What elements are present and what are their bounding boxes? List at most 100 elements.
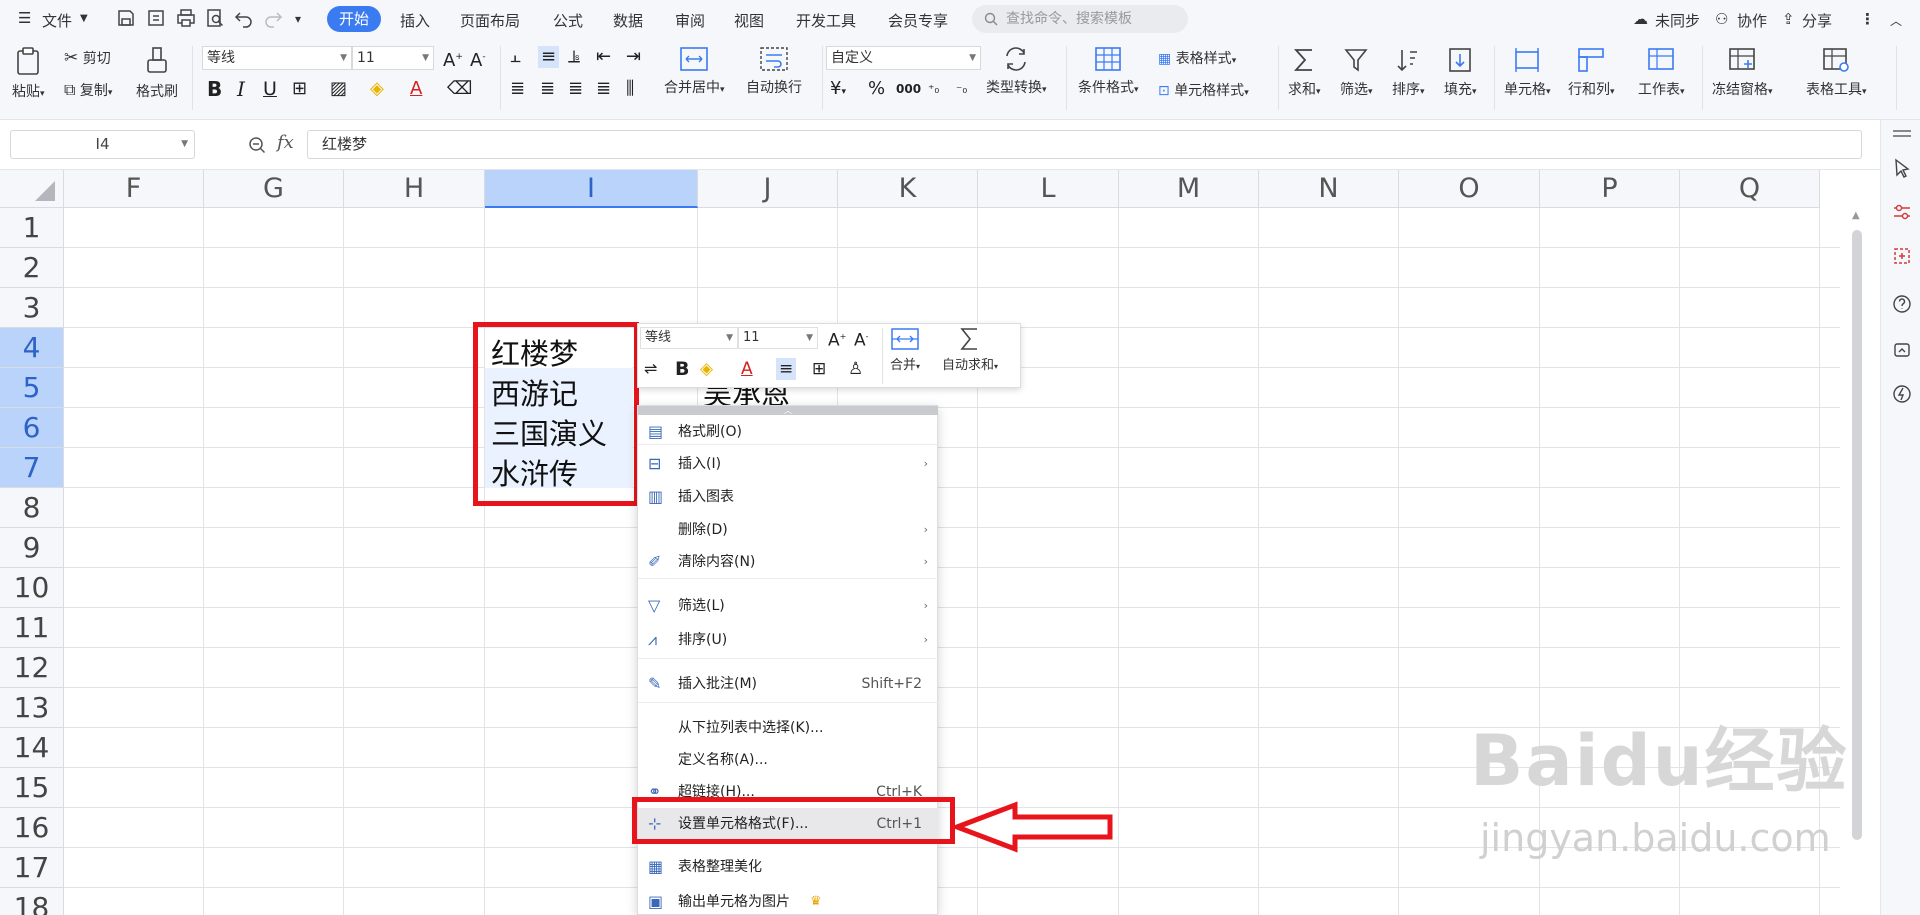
align-middle-icon[interactable]: ≡	[538, 46, 560, 68]
column-header-k[interactable]: K	[838, 170, 978, 208]
distributed-icon[interactable]: ⫼	[626, 78, 634, 100]
export-pdf-icon[interactable]	[146, 8, 166, 28]
tab-home[interactable]: 开始	[327, 6, 381, 32]
column-header-p[interactable]: P	[1540, 170, 1680, 208]
row-header-12[interactable]: 12	[0, 648, 64, 688]
insert-function-button[interactable]: fx	[277, 132, 294, 153]
tab-formulas[interactable]: 公式	[553, 10, 583, 31]
undo-icon[interactable]	[234, 8, 254, 28]
collapse-ribbon-icon[interactable]: ︿	[1890, 12, 1902, 29]
mini-merge-button[interactable]: 合并▾	[890, 326, 920, 373]
context-menu-item[interactable]: ▤ 格式刷(O)	[638, 416, 938, 448]
context-menu-item[interactable]: ✎ 插入批注(M) Shift+F2	[638, 668, 938, 700]
share-button[interactable]: 分享	[1802, 10, 1832, 31]
context-menu-item[interactable]: ▦ 表格整理美化	[638, 851, 938, 883]
paste-button[interactable]: 粘贴▾	[12, 46, 45, 101]
row-header-8[interactable]: 8	[0, 488, 64, 528]
sum-button[interactable]: 求和▾	[1288, 46, 1321, 99]
wrap-text-button[interactable]: 自动换行	[746, 46, 802, 97]
copy-button[interactable]: ⧉ 复制▾	[64, 80, 112, 100]
row-header-16[interactable]: 16	[0, 808, 64, 848]
cut-button[interactable]: ✂ 剪切	[64, 48, 111, 68]
bold-icon[interactable]: B	[207, 78, 222, 100]
column-header-g[interactable]: G	[204, 170, 344, 208]
cursor-icon[interactable]	[1892, 158, 1912, 178]
italic-icon[interactable]: I	[237, 78, 245, 100]
mini-borders-icon[interactable]: ⊞	[812, 358, 826, 380]
column-header-i[interactable]: I	[485, 170, 698, 208]
justify-icon[interactable]: ≣	[596, 78, 611, 100]
row-header-10[interactable]: 10	[0, 568, 64, 608]
mini-font-color-icon[interactable]: A	[741, 358, 753, 380]
mini-bold-icon[interactable]: B	[675, 358, 689, 380]
fill-style-icon[interactable]: ▨	[330, 78, 347, 100]
mini-font-size-select[interactable]: 11 ▼	[738, 327, 818, 349]
context-menu-item[interactable]: ▥ 插入图表	[638, 481, 938, 513]
worksheet-button[interactable]: 工作表▾	[1638, 46, 1685, 99]
align-bottom-icon[interactable]: ⫡	[568, 46, 580, 68]
number-format-select[interactable]: 自定义 ▼	[826, 46, 981, 70]
underline-icon[interactable]: U	[263, 78, 277, 100]
tab-data[interactable]: 数据	[613, 10, 643, 31]
context-menu-item[interactable]: ▽ 筛选(L) ›	[638, 590, 938, 622]
column-header-l[interactable]: L	[978, 170, 1119, 208]
column-header-f[interactable]: F	[64, 170, 204, 208]
select-all-corner[interactable]	[0, 170, 64, 208]
cell-button[interactable]: 单元格▾	[1504, 46, 1551, 99]
mini-format-painter-icon[interactable]: ♙	[848, 358, 863, 380]
context-menu-item[interactable]: ⊟ 插入(I) ›	[638, 448, 938, 480]
row-header-13[interactable]: 13	[0, 688, 64, 728]
increase-decimal-icon[interactable]: ⁺₀	[928, 78, 939, 100]
tab-view[interactable]: 视图	[734, 10, 764, 31]
tab-review[interactable]: 审阅	[675, 10, 705, 31]
cell-style-button[interactable]: ⊡ 单元格样式▾	[1158, 80, 1249, 100]
align-left-icon[interactable]: ≣	[510, 78, 525, 100]
backup-cloud-icon[interactable]	[1892, 340, 1912, 360]
mini-autosum-button[interactable]: 自动求和▾	[942, 326, 998, 373]
tab-developer[interactable]: 开发工具	[796, 10, 856, 31]
conditional-format-button[interactable]: 条件格式▾	[1078, 46, 1139, 97]
increase-indent-icon[interactable]: ⇥	[626, 46, 641, 68]
borders-icon[interactable]: ⊞	[292, 78, 307, 100]
scroll-up-icon[interactable]: ▲	[1852, 210, 1860, 221]
table-tools-button[interactable]: 表格工具▾	[1806, 46, 1867, 99]
mini-wrap-icon[interactable]: ⇌	[644, 358, 657, 380]
column-header-o[interactable]: O	[1399, 170, 1540, 208]
column-header-q[interactable]: Q	[1680, 170, 1820, 208]
row-header-7[interactable]: 7	[0, 448, 64, 488]
print-icon[interactable]	[176, 8, 196, 28]
filter-button[interactable]: 筛选▾	[1340, 46, 1373, 99]
scrollbar-thumb[interactable]	[1852, 230, 1862, 840]
mini-decrease-font-icon[interactable]: A-	[854, 326, 869, 352]
format-painter-button[interactable]: 格式刷	[136, 46, 178, 101]
sync-status[interactable]: 未同步	[1655, 10, 1700, 31]
fill-color-icon[interactable]: ◈	[370, 78, 384, 100]
tab-member[interactable]: 会员专享	[888, 10, 948, 31]
currency-format-button[interactable]: ¥▾	[830, 78, 846, 103]
context-menu-item[interactable]: ⩘ 排序(U) ›	[638, 624, 938, 656]
column-header-h[interactable]: H	[344, 170, 485, 208]
context-menu-item[interactable]: ✐ 清除内容(N) ›	[638, 546, 938, 578]
row-header-15[interactable]: 15	[0, 768, 64, 808]
row-header-5[interactable]: 5	[0, 368, 64, 408]
row-header-11[interactable]: 11	[0, 608, 64, 648]
row-header-4[interactable]: 4	[0, 328, 64, 368]
transform-icon[interactable]	[1892, 246, 1912, 266]
align-center-icon[interactable]: ≣	[540, 78, 555, 100]
row-header-14[interactable]: 14	[0, 728, 64, 768]
table-style-button[interactable]: ▦ 表格样式▾	[1158, 48, 1236, 68]
context-menu-item[interactable]: ▣ 输出单元格为图片 ♛	[638, 886, 938, 915]
hamburger-icon[interactable]: ☰	[18, 9, 31, 27]
mini-font-name-select[interactable]: 等线 ▼	[640, 327, 738, 349]
command-search-input[interactable]: 查找命令、搜索模板	[972, 5, 1188, 33]
thousands-separator-button[interactable]: 000	[896, 78, 921, 100]
font-name-select[interactable]: 等线 ▼	[202, 46, 352, 70]
mini-align-middle-icon[interactable]: ≡	[776, 358, 797, 380]
row-header-2[interactable]: 2	[0, 248, 64, 288]
font-size-select[interactable]: 11 ▼	[352, 46, 434, 70]
tab-insert[interactable]: 插入	[400, 10, 430, 31]
help-icon[interactable]	[1892, 294, 1912, 314]
column-header-m[interactable]: M	[1119, 170, 1259, 208]
save-icon[interactable]	[116, 8, 136, 28]
formula-input[interactable]: 红楼梦	[307, 130, 1862, 159]
